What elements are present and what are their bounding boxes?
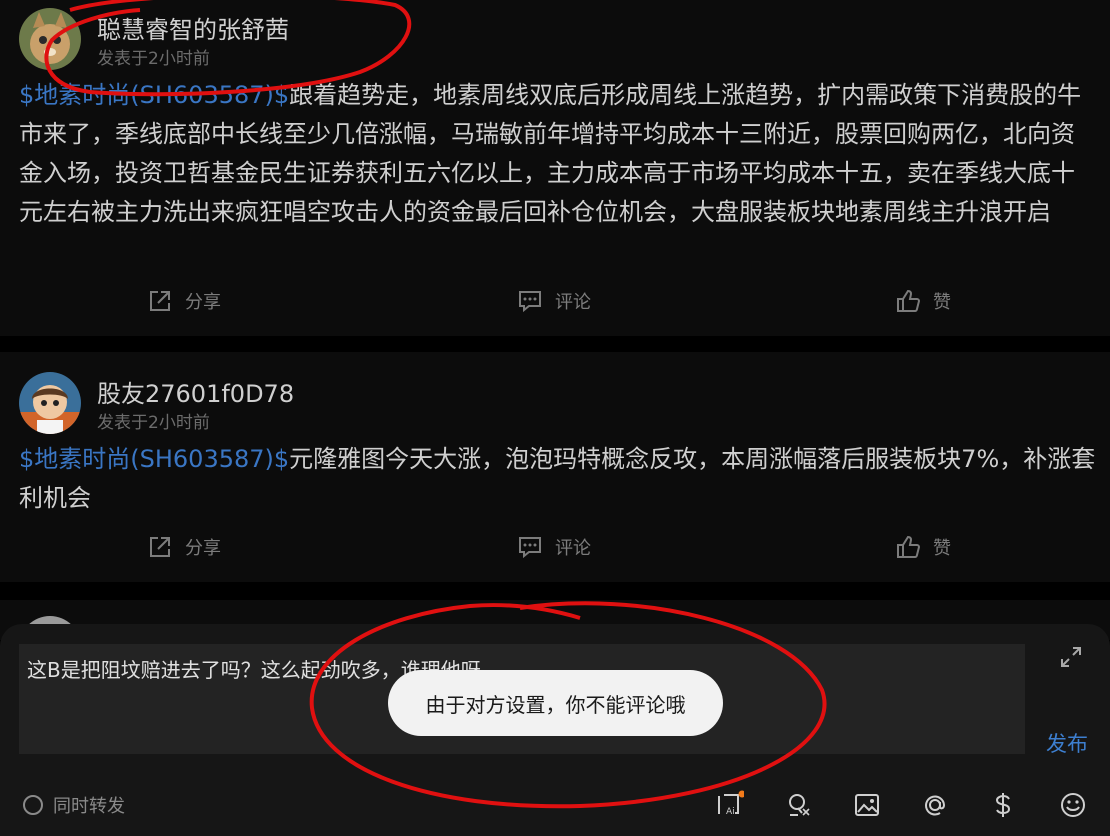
at-icon [925,795,946,816]
stock-search-button[interactable] [784,790,814,820]
avatar[interactable] [19,8,81,70]
share-icon [150,291,170,311]
smiley-icon [1061,793,1085,817]
toast-message: 由于对方设置，你不能评论哦 [388,670,723,736]
stock-tag-button[interactable] [988,790,1018,820]
share-button[interactable]: 分享 [147,288,221,314]
comment-icon [519,291,541,313]
post-body: $地素时尚(SH603587)$元隆雅图今天大涨，泡泡玛特概念反攻，本周涨幅落后… [19,440,1097,518]
post-card: 股友27601f0D78 发表于2小时前 $地素时尚(SH603587)$元隆雅… [0,352,1110,582]
radio-icon[interactable] [23,795,43,815]
mention-button[interactable] [920,790,950,820]
post-card: 聪慧睿智的张舒茜 发表于2小时前 $地素时尚(SH603587)$跟着趋势走，地… [0,0,1110,336]
image-button[interactable] [852,790,882,820]
expand-icon [1061,647,1081,667]
avatar[interactable] [19,372,81,434]
expand-button[interactable] [1058,644,1084,670]
share-label: 分享 [185,538,221,559]
ask-ai-button[interactable]: Ai [714,790,746,820]
share-label: 分享 [185,292,221,313]
post-body: $地素时尚(SH603587)$跟着趋势走，地素周线双底后形成周线上涨趋势，扩内… [19,76,1097,232]
publish-button[interactable]: 发布 [1046,728,1088,758]
comment-button[interactable]: 评论 [517,288,591,314]
post-time: 发表于2小时前 [97,413,210,433]
author-name[interactable]: 股友27601f0D78 [97,374,294,409]
repost-toggle[interactable]: 同时转发 [23,792,125,818]
comment-button[interactable]: 评论 [517,534,591,560]
like-button[interactable]: 赞 [895,534,951,560]
ask-ai-icon: Ai [718,790,746,817]
stock-tag-link[interactable]: $地素时尚(SH603587)$ [19,81,289,109]
thumbs-up-icon [897,289,921,312]
like-button[interactable]: 赞 [895,288,951,314]
emoji-button[interactable] [1058,790,1088,820]
post-time: 发表于2小时前 [97,49,210,69]
image-icon [855,794,879,816]
comment-label: 评论 [555,292,591,313]
comment-icon [519,537,541,559]
comment-label: 评论 [555,538,591,559]
like-label: 赞 [933,538,951,559]
repost-label: 同时转发 [53,796,125,817]
dollar-icon [995,793,1011,817]
share-icon [150,537,170,557]
svg-text:Ai: Ai [726,807,735,817]
stock-search-icon [789,794,810,816]
author-name[interactable]: 聪慧睿智的张舒茜 [97,10,289,45]
share-button[interactable]: 分享 [147,534,221,560]
like-label: 赞 [933,292,951,313]
stock-tag-link[interactable]: $地素时尚(SH603587)$ [19,445,289,473]
thumbs-up-icon [897,535,921,558]
